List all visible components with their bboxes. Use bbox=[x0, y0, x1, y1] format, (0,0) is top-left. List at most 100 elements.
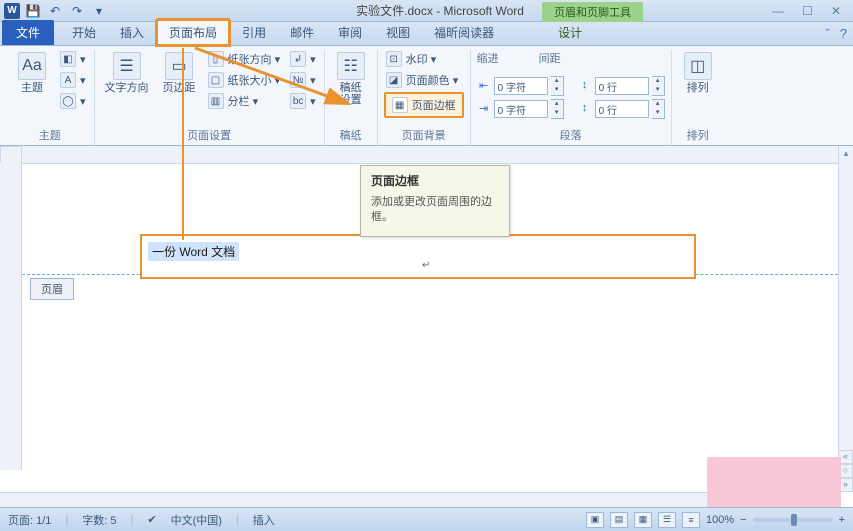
group-label-paragraph: 段落 bbox=[477, 125, 665, 145]
zoom-in-button[interactable]: + bbox=[839, 514, 845, 526]
status-language[interactable]: 中文(中国) bbox=[171, 512, 222, 528]
space-after-icon: ↕ bbox=[578, 102, 592, 116]
tab-foxit[interactable]: 福昕阅读器 bbox=[422, 20, 506, 45]
indent-right-row: ⇥ 0 字符 ▴▾ bbox=[477, 99, 564, 119]
indent-right-spinner[interactable]: ▴▾ bbox=[551, 99, 564, 119]
tooltip-body: 添加或更改页面周围的边框。 bbox=[371, 195, 499, 226]
margins-icon: ▭ bbox=[165, 52, 193, 80]
close-button[interactable]: ✕ bbox=[831, 4, 841, 18]
manuscript-settings-button[interactable]: ☷ 稿纸 设置 bbox=[331, 50, 371, 108]
watermark-icon: ⊡ bbox=[386, 51, 402, 67]
tab-review[interactable]: 审阅 bbox=[326, 20, 374, 45]
tab-home[interactable]: 开始 bbox=[60, 20, 108, 45]
group-paragraph: 缩进间距 ⇤ 0 字符 ▴▾ ⇥ 0 字符 ▴▾ bbox=[471, 50, 672, 145]
view-draft-button[interactable]: ≡ bbox=[682, 512, 700, 528]
view-print-layout-button[interactable]: ▣ bbox=[586, 512, 604, 528]
group-label-theme: 主题 bbox=[12, 125, 88, 145]
scroll-up-icon[interactable]: ▴ bbox=[844, 148, 849, 159]
ribbon-help-icons: ˇ ? bbox=[825, 26, 847, 41]
view-web-button[interactable]: ▦ bbox=[634, 512, 652, 528]
header-text[interactable]: 一份 Word 文档 bbox=[148, 242, 239, 261]
tab-references[interactable]: 引用 bbox=[230, 20, 278, 45]
status-words[interactable]: 字数: 5 bbox=[82, 512, 116, 528]
header-region-tag: 页眉 bbox=[30, 278, 74, 300]
watermark-button[interactable]: ⊡水印 ▾ bbox=[384, 50, 464, 68]
group-theme: Aa 主题 ◧▾ A▾ ◯▾ 主题 bbox=[6, 50, 95, 145]
theme-effects-button[interactable]: ◯▾ bbox=[58, 92, 88, 110]
orientation-button[interactable]: ▯纸张方向 ▾ bbox=[206, 50, 283, 68]
view-outline-button[interactable]: ☰ bbox=[658, 512, 676, 528]
view-fullscreen-button[interactable]: ▤ bbox=[610, 512, 628, 528]
undo-button[interactable]: ↶ bbox=[46, 2, 64, 20]
space-before-input[interactable]: 0 行 bbox=[595, 77, 649, 95]
header-edit-region[interactable]: 一份 Word 文档 ↵ bbox=[140, 234, 696, 279]
maximize-button[interactable]: ☐ bbox=[802, 4, 813, 18]
themes-icon: Aa bbox=[18, 52, 46, 80]
minimize-ribbon-button[interactable]: ˇ bbox=[825, 26, 829, 41]
minimize-button[interactable]: — bbox=[772, 4, 784, 18]
group-label-manuscript: 稿纸 bbox=[331, 125, 371, 145]
theme-fonts-button[interactable]: A▾ bbox=[58, 71, 88, 89]
indent-left-spinner[interactable]: ▴▾ bbox=[551, 76, 564, 96]
themes-button[interactable]: Aa 主题 bbox=[12, 50, 52, 96]
zoom-level[interactable]: 100% bbox=[706, 514, 734, 526]
qat-customize-button[interactable]: ▾ bbox=[90, 2, 108, 20]
margins-button[interactable]: ▭ 页边距 bbox=[159, 50, 200, 96]
status-insert-mode[interactable]: 插入 bbox=[253, 512, 275, 528]
size-icon: ▢ bbox=[208, 72, 224, 88]
vertical-ruler[interactable] bbox=[0, 162, 22, 470]
indent-right-input[interactable]: 0 字符 bbox=[494, 100, 548, 118]
zoom-slider-thumb[interactable] bbox=[791, 514, 797, 526]
text-direction-button[interactable]: ☰ 文字方向 bbox=[101, 50, 153, 96]
space-after-row: ↕ 0 行 ▴▾ bbox=[578, 99, 665, 119]
zoom-out-button[interactable]: − bbox=[740, 514, 746, 526]
breaks-button[interactable]: ↲▾ bbox=[288, 50, 318, 68]
columns-icon: ▥ bbox=[208, 93, 224, 109]
help-button[interactable]: ? bbox=[840, 26, 847, 41]
indent-left-input[interactable]: 0 字符 bbox=[494, 77, 548, 95]
space-before-icon: ↕ bbox=[578, 79, 592, 93]
space-after-spinner[interactable]: ▴▾ bbox=[652, 99, 665, 119]
theme-colors-button[interactable]: ◧▾ bbox=[58, 50, 88, 68]
tab-insert[interactable]: 插入 bbox=[108, 20, 156, 45]
title-bar: W 💾 ↶ ↷ ▾ 实验文件.docx - Microsoft Word 页眉和… bbox=[0, 0, 853, 22]
page-color-icon: ◪ bbox=[386, 72, 402, 88]
columns-button[interactable]: ▥分栏 ▾ bbox=[206, 92, 283, 110]
save-button[interactable]: 💾 bbox=[24, 2, 42, 20]
breaks-icon: ↲ bbox=[290, 51, 306, 67]
space-after-input[interactable]: 0 行 bbox=[595, 100, 649, 118]
manuscript-icon: ☷ bbox=[337, 52, 365, 80]
window-title: 实验文件.docx - Microsoft Word bbox=[108, 2, 772, 19]
effects-icon: ◯ bbox=[60, 93, 76, 109]
fonts-icon: A bbox=[60, 72, 76, 88]
text-direction-icon: ☰ bbox=[113, 52, 141, 80]
paper-size-button[interactable]: ▢纸张大小 ▾ bbox=[206, 71, 283, 89]
page-color-button[interactable]: ◪页面颜色 ▾ bbox=[384, 71, 464, 89]
colors-icon: ◧ bbox=[60, 51, 76, 67]
group-page-setup: ☰ 文字方向 ▭ 页边距 ▯纸张方向 ▾ ▢纸张大小 ▾ ▥分栏 ▾ ↲▾ №▾… bbox=[95, 50, 325, 145]
file-tab[interactable]: 文件 bbox=[2, 20, 54, 45]
tab-page-layout[interactable]: 页面布局 bbox=[156, 19, 230, 46]
indent-left-icon: ⇤ bbox=[477, 79, 491, 93]
tab-design-contextual[interactable]: 设计 bbox=[546, 20, 594, 45]
hyphenation-icon: bc bbox=[290, 93, 306, 109]
space-before-spinner[interactable]: ▴▾ bbox=[652, 76, 665, 96]
tab-mailings[interactable]: 邮件 bbox=[278, 20, 326, 45]
zoom-slider[interactable] bbox=[753, 518, 833, 522]
page-borders-button[interactable]: ▦页面边框 bbox=[384, 92, 464, 118]
window-controls: — ☐ ✕ bbox=[772, 4, 849, 18]
paragraph-mark-icon: ↵ bbox=[422, 260, 430, 271]
arrange-button[interactable]: ◫ 排列 bbox=[678, 50, 718, 96]
line-numbers-button[interactable]: №▾ bbox=[288, 71, 318, 89]
spellcheck-icon[interactable]: ✔ bbox=[147, 513, 156, 526]
vertical-scrollbar[interactable]: ▴▾ bbox=[838, 146, 853, 471]
tab-view[interactable]: 视图 bbox=[374, 20, 422, 45]
page-border-icon: ▦ bbox=[392, 97, 408, 113]
redo-button[interactable]: ↷ bbox=[68, 2, 86, 20]
horizontal-ruler[interactable] bbox=[22, 146, 838, 164]
contextual-tab-title: 页眉和页脚工具 bbox=[542, 2, 643, 22]
hyphenation-button[interactable]: bc▾ bbox=[288, 92, 318, 110]
group-label-page-setup: 页面设置 bbox=[101, 125, 318, 145]
status-page[interactable]: 页面: 1/1 bbox=[8, 512, 51, 528]
indent-left-row: ⇤ 0 字符 ▴▾ bbox=[477, 76, 564, 96]
